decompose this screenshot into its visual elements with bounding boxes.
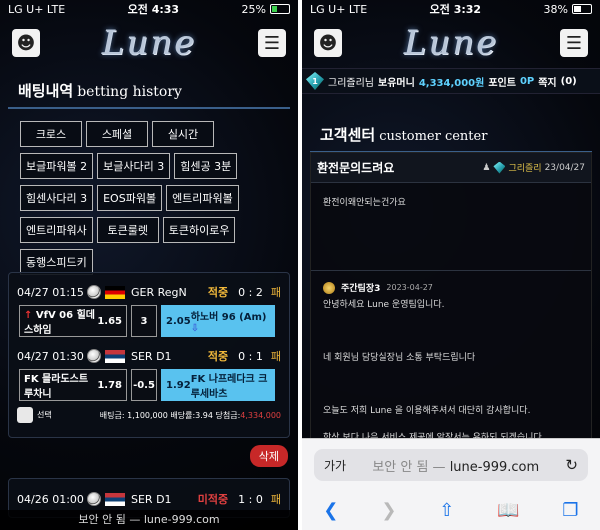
arrow-down-icon: ⇩ — [190, 323, 200, 334]
category-button[interactable]: 힘센공 3분 — [174, 153, 238, 179]
battery-icon — [270, 4, 290, 14]
category-button[interactable]: 엔트리파워사 — [20, 217, 93, 243]
battery-icon — [572, 4, 592, 14]
score: 0 : 1 — [238, 349, 263, 363]
menu-icon[interactable]: ☰ — [560, 29, 588, 57]
clock: 오전 3:32 — [429, 3, 482, 16]
away-odds-button[interactable]: 2.05 하노버 96 (Am) ⇩ — [161, 305, 275, 337]
browser-toolbar: 가가 보안 안 됨 — lune-999.com ↻ ❮ ❯ ⇧ 📖 ❐ — [302, 438, 600, 530]
odds-row: FK 믈라도스트 루차니 1.78 -0.5 1.92 FK 나프레다크 크루세… — [9, 369, 289, 401]
post-author: 그리즐리 — [508, 164, 542, 174]
person-icon: ♟ — [482, 162, 491, 173]
post-header: 환전문의드려요 ♟ 그리즐리 23/04/27 — [311, 153, 591, 183]
post-date: 23/04/27 — [544, 162, 585, 173]
level-diamond-icon: 1 — [306, 72, 324, 90]
user-icon[interactable]: ☻ — [12, 29, 40, 57]
badge-icon — [323, 281, 335, 294]
delete-button[interactable]: 삭제 — [249, 445, 288, 467]
result-status: 미적중 — [197, 493, 229, 506]
site-header: ☻ Lune ☰ — [302, 18, 600, 68]
match-header: 04/27 01:30 SER D1 적중 0 : 1 패 — [17, 349, 281, 363]
odds-row: ↑ VfV 06 힐데스하임 1.65 3 2.05 하노버 96 (Am) ⇩ — [9, 305, 289, 337]
category-button[interactable]: 토큰하이로우 — [162, 217, 236, 243]
category-button[interactable]: 힘센사다리 3 — [20, 185, 94, 211]
share-icon[interactable]: ⇧ — [439, 500, 454, 521]
category-buttons: 크로스 스페셜 실시간 보글파워볼 2 보글사다리 3 힘센공 3분 힘센사다리… — [0, 109, 298, 275]
match-header: 04/26 01:00 SER D1 미적중 1 : 0 패 — [17, 492, 281, 506]
bookmarks-icon[interactable]: 📖 — [497, 500, 519, 521]
select-checkbox[interactable] — [17, 407, 33, 423]
address-bar[interactable]: 가가 보안 안 됨 — lune-999.com ↻ — [314, 449, 588, 481]
points: 0P — [519, 75, 535, 87]
left-screenshot: LG U+ LTE 오전 4:33 25% ☻ Lune ☰ 배팅내역 betti… — [0, 0, 298, 530]
battery-percent: 38% — [543, 2, 568, 16]
username: 그리즐리님 — [328, 77, 374, 89]
admin-reply: 주간팀장3 2023-04-27 안녕하세요 Lune 운영팀입니다. 네 회원… — [323, 281, 545, 443]
category-button[interactable]: 엔트리파워볼 — [166, 185, 239, 211]
site-header: ☻ Lune ☰ — [0, 18, 298, 68]
match-header: 04/27 01:15 GER RegN 적중 0 : 2 패 — [17, 285, 281, 299]
soccer-ball-icon — [87, 492, 101, 506]
category-button[interactable]: 스페셜 — [86, 121, 148, 147]
category-button[interactable]: 토큰룰렛 — [96, 217, 159, 243]
status-bar: LG U+ LTE 오전 3:32 38% — [302, 0, 600, 18]
post-body: 환전이왜안되는건가요 — [311, 183, 591, 271]
handicap-value[interactable]: 3 — [131, 305, 157, 337]
user-icon[interactable]: ☻ — [314, 29, 342, 57]
carrier-label: LG U+ LTE — [310, 2, 368, 16]
menu-icon[interactable]: ☰ — [258, 29, 286, 57]
user-info-bar: 1 그리즐리님 보유머니 4,334,000원 포인트 0P 쪽지 (0) — [302, 68, 600, 94]
support-post: 환전문의드려요 ♟ 그리즐리 23/04/27 환전이왜안되는건가요 주간팀장3… — [310, 152, 592, 452]
right-screenshot: LG U+ LTE 오전 3:32 38% ☻ Lune ☰ 1 그리즐리님 보… — [302, 0, 600, 530]
status-bar: LG U+ LTE 오전 4:33 25% — [0, 0, 298, 18]
level-diamond-icon — [493, 161, 506, 174]
handicap-value[interactable]: -0.5 — [131, 369, 157, 401]
home-odds-button[interactable]: FK 믈라도스트 루차니 1.78 — [19, 369, 127, 401]
carrier-label: LG U+ LTE — [8, 2, 66, 16]
back-icon[interactable]: ❮ — [323, 500, 338, 521]
germany-flag-icon — [105, 285, 125, 299]
message-count[interactable]: (0) — [561, 76, 577, 87]
battery-percent: 25% — [241, 2, 266, 16]
category-button[interactable]: 보글사다리 3 — [97, 153, 171, 179]
forward-icon[interactable]: ❯ — [381, 500, 396, 521]
serbia-flag-icon — [105, 349, 125, 363]
tabs-icon[interactable]: ❐ — [562, 500, 578, 521]
page-title: 고객센터 customer center — [310, 118, 592, 153]
score: 0 : 2 — [238, 285, 263, 299]
arrow-up-icon: ↑ — [24, 310, 33, 321]
category-button[interactable]: EOS파워볼 — [97, 185, 163, 211]
soccer-ball-icon — [87, 349, 101, 363]
balance: 4,334,000원 — [418, 77, 485, 89]
clock: 오전 4:33 — [127, 3, 180, 16]
score: 1 : 0 — [238, 492, 263, 506]
site-logo[interactable]: Lune — [102, 23, 197, 63]
reload-icon[interactable]: ↻ — [565, 456, 578, 474]
site-logo[interactable]: Lune — [404, 23, 499, 63]
category-button[interactable]: 보글파워볼 2 — [20, 153, 94, 179]
home-odds-button[interactable]: ↑ VfV 06 힐데스하임 1.65 — [19, 305, 127, 337]
bet-card: 04/27 01:15 GER RegN 적중 0 : 2 패 ↑ VfV 06… — [8, 272, 290, 438]
result-status: 적중 — [207, 350, 229, 363]
soccer-ball-icon — [87, 285, 101, 299]
page-title: 배팅내역 betting history — [8, 74, 290, 109]
result-status: 적중 — [207, 286, 229, 299]
text-size-button[interactable]: 가가 — [324, 457, 346, 474]
serbia-flag-icon — [105, 492, 125, 506]
post-subject: 환전문의드려요 — [317, 161, 395, 175]
away-odds-button[interactable]: 1.92 FK 나프레다크 크루세바츠 — [161, 369, 275, 401]
category-button[interactable]: 실시간 — [152, 121, 214, 147]
url-bar[interactable]: 보안 안 됨 — lune-999.com — [0, 510, 298, 530]
bet-summary: 선택 배팅금: 1,100,000 배당률:3.94 당첨금:4,334,000 — [9, 401, 289, 429]
category-button[interactable]: 크로스 — [20, 121, 82, 147]
